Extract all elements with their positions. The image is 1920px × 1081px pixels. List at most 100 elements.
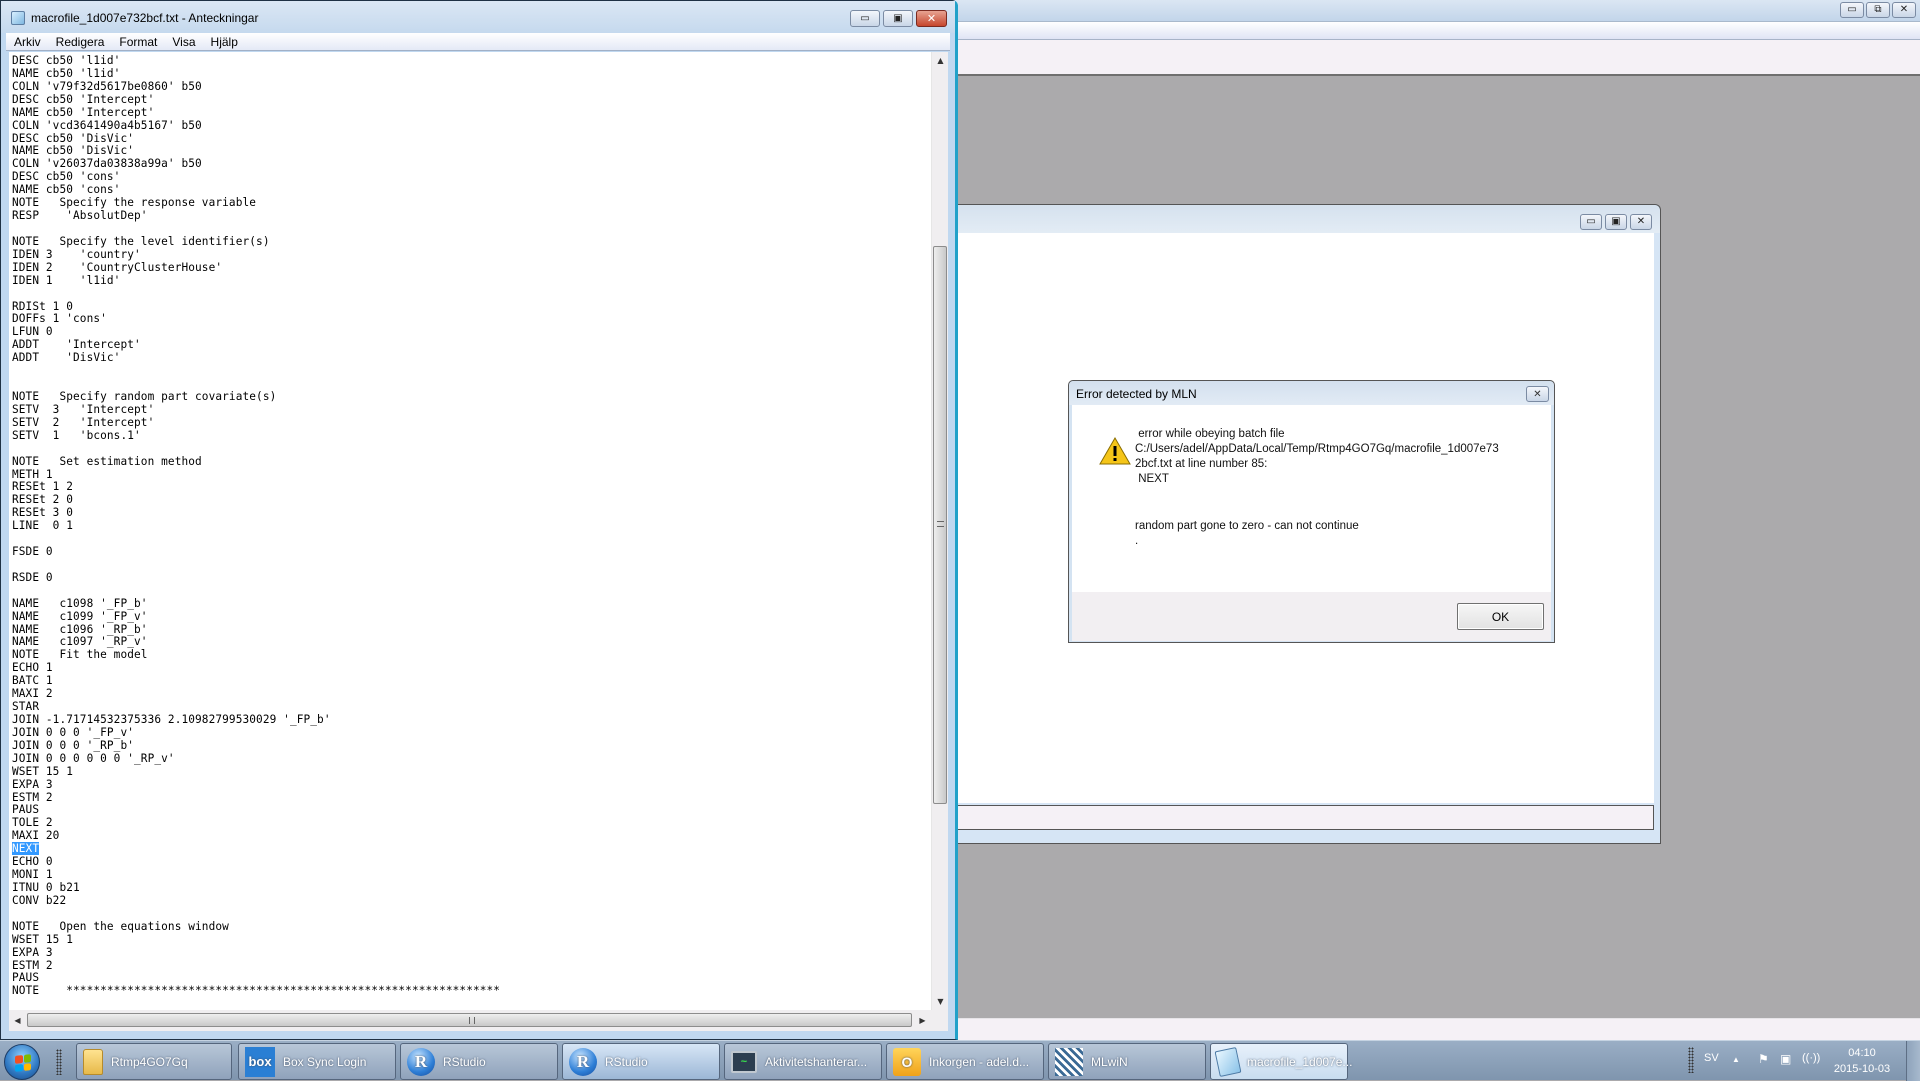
close-icon: ✕ — [926, 12, 937, 25]
folder-icon — [83, 1048, 103, 1075]
child-window-bottom-panel — [951, 805, 1654, 830]
mlwin-close-button[interactable]: ✕ — [1892, 2, 1916, 18]
grip-icon — [937, 521, 944, 527]
mlwin-toolbar — [951, 40, 1920, 76]
window-title: macrofile_1d007e732bcf.txt - Anteckninga… — [31, 11, 259, 25]
taskbar-item-mlwin[interactable]: MLwiN — [1048, 1043, 1206, 1080]
menu-arkiv[interactable]: Arkiv — [14, 35, 41, 49]
scroll-left-button[interactable]: ◀ — [9, 1010, 26, 1031]
error-detail: random part gone to zero - can not conti… — [1135, 520, 1359, 547]
error-dialog: Error detected by MLN ✕ error while obey… — [1068, 380, 1555, 643]
taskbar: Rtmp4GO7Gq box Box Sync Login R RStudio … — [0, 1040, 1920, 1081]
child-close-button[interactable]: ✕ — [1630, 214, 1652, 230]
child-maximize-button[interactable]: ▣ — [1605, 214, 1627, 230]
text-editor[interactable]: DESC cb50 'l1id' NAME cb50 'l1id' COLN '… — [9, 52, 931, 1010]
notepad-close-button[interactable]: ✕ — [916, 10, 947, 27]
language-indicator[interactable]: SV — [1704, 1052, 1719, 1064]
grip-icon — [469, 1017, 475, 1024]
show-hidden-icons-button[interactable]: ▲ — [1732, 1055, 1740, 1064]
arrow-left-icon: ◀ — [14, 1016, 21, 1025]
taskbar-item-label: MLwiN — [1091, 1054, 1128, 1069]
taskbar-item-outlook[interactable]: O Inkorgen - adel.d... — [886, 1043, 1044, 1080]
child-minimize-button[interactable]: ▭ — [1580, 214, 1602, 230]
notepad-icon — [1214, 1046, 1242, 1077]
text-after-selection: ECHO 0 MONI 1 ITNU 0 b21 CONV b22 NOTE O… — [12, 855, 501, 998]
menu-hjalp[interactable]: Hjälp — [211, 35, 238, 49]
minimize-icon: ▭ — [860, 12, 870, 24]
r-icon: R — [407, 1047, 435, 1076]
ok-button[interactable]: OK — [1457, 603, 1544, 630]
restore-icon: ⧉ — [1874, 4, 1882, 15]
flag-glyph: ⚑ — [1758, 1052, 1769, 1066]
horizontal-scrollbar[interactable]: ◀ ▶ — [9, 1010, 931, 1031]
taskbar-item-label: macrofile_1d007e... — [1247, 1054, 1353, 1069]
box-icon: box — [245, 1046, 275, 1077]
tray-grip[interactable] — [1688, 1047, 1694, 1073]
menu-redigera[interactable]: Redigera — [56, 35, 105, 49]
scroll-right-button[interactable]: ▶ — [914, 1010, 931, 1031]
task-manager-icon: ~ — [731, 1050, 757, 1073]
system-tray: SV ▲ ⚑ ▣ ((·)) 04:10 2015-10-03 — [1680, 1041, 1920, 1081]
scroll-up-button[interactable]: ▲ — [932, 52, 949, 69]
action-center-flag-icon[interactable]: ⚑ — [1758, 1052, 1772, 1068]
editor-content[interactable]: DESC cb50 'l1id' NAME cb50 'l1id' COLN '… — [12, 54, 931, 998]
taskbar-item-rstudio-1[interactable]: R RStudio — [400, 1043, 558, 1080]
taskbar-item-label: Rtmp4GO7Gq — [111, 1054, 188, 1069]
network-icon[interactable]: ▣ — [1780, 1052, 1794, 1068]
taskbar-item-explorer[interactable]: Rtmp4GO7Gq — [76, 1043, 232, 1080]
vertical-scroll-thumb[interactable] — [933, 246, 947, 804]
network-glyph: ▣ — [1780, 1052, 1792, 1066]
taskbar-item-label: RStudio — [443, 1054, 486, 1069]
text-before-selection: DESC cb50 'l1id' NAME cb50 'l1id' COLN '… — [12, 54, 331, 843]
taskbar-item-box-sync[interactable]: box Box Sync Login — [238, 1043, 396, 1080]
selected-text: NEXT — [12, 842, 40, 856]
taskbar-grip[interactable] — [56, 1049, 62, 1075]
child-window-titlebar[interactable]: ▭ ▣ ✕ — [951, 205, 1660, 233]
notepad-window: macrofile_1d007e732bcf.txt - Anteckninga… — [0, 0, 958, 1040]
show-desktop-button[interactable] — [1906, 1041, 1920, 1081]
arrow-up-icon: ▲ — [937, 56, 944, 65]
taskbar-item-rstudio-2[interactable]: R RStudio — [562, 1043, 720, 1080]
vertical-scrollbar[interactable]: ▲ ▼ — [931, 52, 948, 1010]
scroll-down-button[interactable]: ▼ — [932, 993, 949, 1010]
close-icon: ✕ — [1636, 216, 1646, 227]
notepad-maximize-button[interactable]: ▣ — [883, 10, 913, 27]
notepad-titlebar[interactable]: macrofile_1d007e732bcf.txt - Anteckninga… — [1, 1, 955, 33]
windows-logo-icon — [15, 1054, 31, 1072]
dialog-close-button[interactable]: ✕ — [1526, 386, 1549, 402]
taskbar-item-label: Aktivitetshanterar... — [765, 1054, 868, 1069]
start-button[interactable] — [4, 1044, 40, 1080]
clock-time[interactable]: 04:10 — [1832, 1047, 1892, 1059]
dialog-titlebar[interactable]: Error detected by MLN ✕ — [1069, 381, 1554, 405]
horizontal-scroll-thumb[interactable] — [27, 1013, 912, 1027]
scrollbar-corner — [931, 1010, 948, 1031]
mlwin-restore-button[interactable]: ⧉ — [1866, 2, 1890, 18]
taskbar-item-label: RStudio — [605, 1054, 648, 1069]
mlwin-icon — [1055, 1047, 1083, 1076]
notepad-menubar: Arkiv Redigera Format Visa Hjälp — [6, 33, 950, 51]
taskbar-item-label: Inkorgen - adel.d... — [929, 1054, 1030, 1069]
mlwin-minimize-button[interactable]: ▭ — [1840, 2, 1864, 18]
arrow-down-icon: ▼ — [937, 997, 944, 1006]
notepad-minimize-button[interactable]: ▭ — [850, 10, 880, 27]
taskbar-item-task-manager[interactable]: ~ Aktivitetshanterar... — [724, 1043, 882, 1080]
minimize-icon: ▭ — [1586, 216, 1596, 227]
minimize-icon: ▭ — [1847, 4, 1857, 15]
r-icon: R — [569, 1047, 597, 1076]
clock-date[interactable]: 2015-10-03 — [1822, 1063, 1902, 1075]
dialog-title: Error detected by MLN — [1076, 387, 1197, 401]
outlook-icon: O — [893, 1047, 921, 1076]
close-icon: ✕ — [1899, 4, 1909, 15]
mlwin-titlebar[interactable]: ▭ ⧉ ✕ — [951, 0, 1920, 22]
taskbar-item-notepad[interactable]: macrofile_1d007e... — [1210, 1043, 1352, 1080]
warning-icon — [1099, 437, 1131, 465]
mlwin-statusbar — [951, 1018, 1920, 1040]
volume-icon[interactable]: ((·)) — [1802, 1052, 1820, 1068]
maximize-icon: ▣ — [1611, 216, 1621, 227]
mlwin-menubar — [951, 22, 1920, 40]
arrow-right-icon: ▶ — [919, 1016, 926, 1025]
maximize-icon: ▣ — [893, 12, 903, 24]
menu-format[interactable]: Format — [119, 35, 157, 49]
menu-visa[interactable]: Visa — [172, 35, 195, 49]
taskbar-item-label: Box Sync Login — [283, 1054, 367, 1069]
